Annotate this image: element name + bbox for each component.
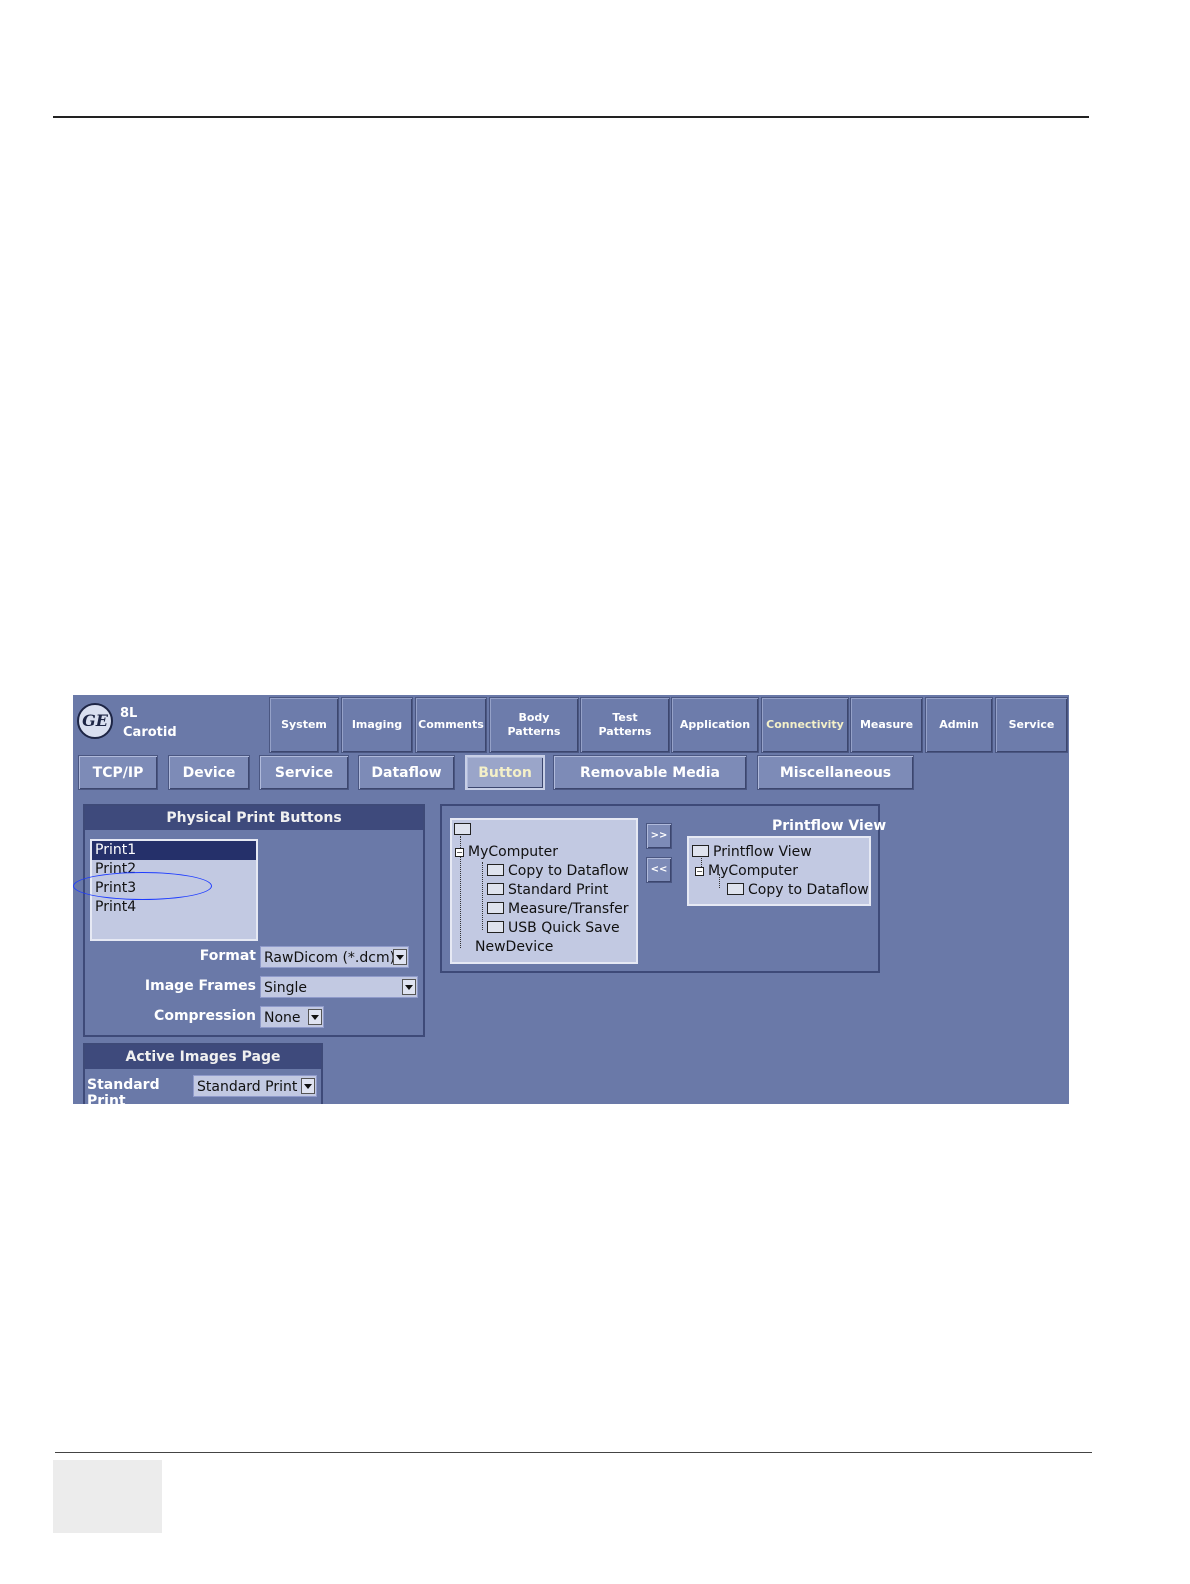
header-logo-area: GE 8L Carotid [73, 695, 268, 753]
computer-icon [487, 864, 504, 876]
probe-label: 8L [120, 706, 138, 721]
tab-test-patterns[interactable]: Test Patterns [580, 697, 670, 753]
computer-icon [727, 883, 744, 895]
subtab-dataflow[interactable]: Dataflow [358, 755, 455, 790]
standard-print-select[interactable]: Standard Print [193, 1075, 317, 1097]
tree-node[interactable]: Standard Print [487, 881, 608, 899]
chevron-down-icon[interactable] [393, 949, 407, 965]
list-item[interactable]: Print4 [92, 898, 256, 917]
connectivity-button-screen: GE 8L Carotid System Imaging Comments Bo… [73, 695, 1069, 1104]
tree-label: Measure/Transfer [508, 901, 629, 917]
tree-label: Copy to Dataflow [508, 863, 629, 879]
computer-icon [454, 823, 471, 835]
tab-label: Imaging [351, 718, 403, 731]
compression-value: None [264, 1010, 301, 1026]
subtab-service[interactable]: Service [259, 755, 349, 790]
remove-button[interactable]: << [646, 857, 672, 883]
tree-node-mycomputer[interactable]: − MyComputer [695, 862, 798, 880]
format-label: Format [199, 948, 256, 964]
subtab-label: Service [274, 764, 334, 781]
tab-label: System [281, 718, 327, 731]
standard-print-label: Standard Print [87, 1077, 160, 1104]
tree-node-mycomputer[interactable]: − MyComputer [455, 843, 558, 861]
format-select[interactable]: RawDicom (*.dcm) [260, 946, 409, 968]
tab-label: Connectivity [766, 718, 844, 731]
tree-node-printflow-root[interactable]: Printflow View [692, 843, 812, 861]
subtab-label: Button [478, 764, 532, 781]
subtab-label: TCP/IP [92, 764, 144, 781]
tree-node-newdevice[interactable]: NewDevice [475, 938, 553, 956]
subtab-removable-media[interactable]: Removable Media [553, 755, 747, 790]
tree-node[interactable]: Copy to Dataflow [487, 862, 629, 880]
page-header-rule [53, 116, 1089, 118]
printer-icon [487, 883, 504, 895]
chevron-down-icon[interactable] [402, 979, 416, 995]
tab-label: Measure [859, 718, 914, 731]
tab-label: Service [1008, 718, 1055, 731]
tab-admin[interactable]: Admin [925, 697, 993, 753]
tree-node[interactable]: Copy to Dataflow [727, 881, 869, 899]
image-frames-value: Single [264, 980, 308, 996]
computer-icon [692, 845, 709, 857]
annotation-oval-print3 [73, 872, 212, 900]
tab-label: Body Patterns [507, 711, 561, 738]
preset-label: Carotid [123, 725, 177, 740]
tab-label: Test Patterns [598, 711, 652, 738]
tree-label: Printflow View [713, 844, 812, 860]
subtab-label: Dataflow [371, 764, 442, 781]
image-frames-select[interactable]: Single [260, 976, 418, 998]
compression-label: Compression [154, 1008, 256, 1024]
footer-box [53, 1460, 162, 1533]
tree-label: Standard Print [508, 882, 609, 898]
tree-label: NewDevice [475, 939, 554, 955]
tree-label: USB Quick Save [508, 920, 620, 936]
ge-logo-icon: GE [77, 703, 113, 739]
tree-line [482, 862, 483, 930]
tab-body-patterns[interactable]: Body Patterns [489, 697, 579, 753]
subtab-label: Device [182, 764, 236, 781]
format-value: RawDicom (*.dcm) [264, 950, 396, 966]
tree-root[interactable] [454, 821, 475, 839]
chevron-down-icon[interactable] [308, 1009, 322, 1025]
tree-node[interactable]: Measure/Transfer [487, 900, 629, 918]
computer-icon [487, 902, 504, 914]
list-item[interactable]: Print1 [92, 841, 256, 860]
chevron-down-icon[interactable] [301, 1078, 315, 1094]
printflow-tree[interactable]: Printflow View − MyComputer Copy to Dataf… [687, 836, 871, 906]
tree-label: MyComputer [468, 844, 558, 860]
subtab-device[interactable]: Device [168, 755, 250, 790]
subtab-label: Miscellaneous [779, 764, 892, 781]
tab-label: Application [679, 718, 751, 731]
compression-select[interactable]: None [260, 1006, 324, 1028]
tab-service[interactable]: Service [995, 697, 1068, 753]
tab-label: Comments [418, 718, 484, 731]
tab-system[interactable]: System [269, 697, 339, 753]
tab-imaging[interactable]: Imaging [341, 697, 413, 753]
tree-label: Copy to Dataflow [748, 882, 869, 898]
panel-title: Active Images Page [85, 1045, 321, 1069]
subtab-label: Removable Media [580, 764, 720, 781]
computer-icon [487, 921, 504, 933]
image-frames-label: Image Frames [144, 978, 256, 994]
tab-connectivity[interactable]: Connectivity [761, 697, 849, 753]
tree-node[interactable]: USB Quick Save [487, 919, 620, 937]
panel-title: Physical Print Buttons [85, 806, 423, 830]
subtab-miscellaneous[interactable]: Miscellaneous [757, 755, 914, 790]
collapse-icon[interactable]: − [695, 866, 704, 876]
add-button[interactable]: >> [646, 823, 672, 849]
tab-measure[interactable]: Measure [850, 697, 923, 753]
device-tree[interactable]: − MyComputer Copy to Dataflow Standard Pr… [450, 818, 638, 964]
tab-comments[interactable]: Comments [415, 697, 487, 753]
tab-application[interactable]: Application [671, 697, 759, 753]
page-footer-rule [55, 1452, 1092, 1453]
subtab-button[interactable]: Button [465, 755, 545, 790]
standard-print-value: Standard Print [197, 1079, 298, 1095]
tree-label: MyComputer [708, 863, 798, 879]
subtab-tcpip[interactable]: TCP/IP [78, 755, 158, 790]
printflow-view-title: Printflow View [772, 818, 887, 834]
tab-label: Admin [939, 718, 979, 731]
collapse-icon[interactable]: − [455, 847, 464, 857]
